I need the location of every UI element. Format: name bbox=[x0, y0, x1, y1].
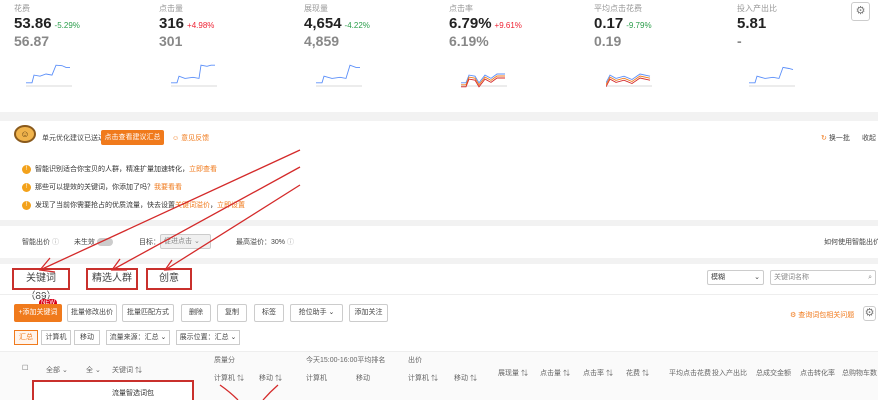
arrow-annotation bbox=[163, 184, 301, 271]
arrow-annotation bbox=[110, 166, 301, 271]
arrow-annotation bbox=[262, 384, 279, 400]
arrow-annotation bbox=[38, 149, 301, 273]
annotation-arrows bbox=[38, 149, 301, 400]
ad-dashboard: { "metrics": [ {"label": "花费", "current"… bbox=[0, 0, 878, 400]
arrow-annotation bbox=[219, 384, 239, 400]
